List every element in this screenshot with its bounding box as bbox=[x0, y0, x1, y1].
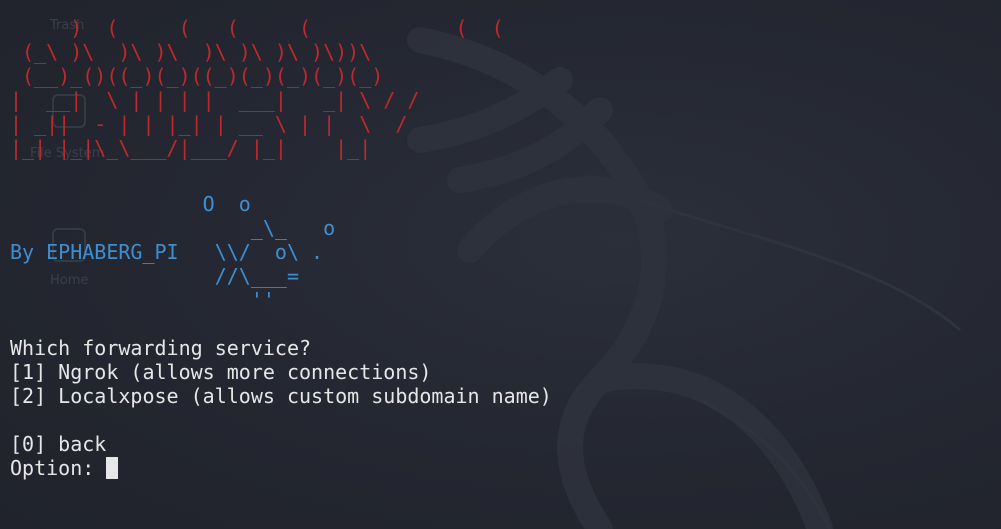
banner-line: (__)_()((_)(_)((_)(_)(_)(_)(_) bbox=[10, 64, 384, 88]
banner-line: | __| \ | | | | ___| _| \ / / bbox=[10, 88, 420, 112]
banner-line: | _|| - | | |_| | __ \ | | \ / bbox=[10, 112, 408, 136]
banner-line: |_| |_|\_\___/|___/ |_| |_| bbox=[10, 136, 372, 160]
service-menu: Which forwarding service? [1] Ngrok (all… bbox=[10, 336, 552, 480]
banner-line: ) ( ( ( ( ( ( bbox=[10, 16, 504, 40]
terminal-window[interactable]: Trash File System Home ) ( ( ( ( ( ( (_\… bbox=[0, 0, 1001, 529]
art-line: '' bbox=[10, 288, 275, 312]
menu-option-back: [0] back bbox=[10, 432, 107, 456]
menu-option-ngrok: [1] Ngrok (allows more connections) bbox=[10, 360, 432, 384]
author-byline: By EPHABERG_PI \\/ o\ . bbox=[10, 240, 324, 264]
option-prompt-label: Option: bbox=[10, 456, 107, 480]
art-line: _\_ o bbox=[10, 216, 336, 240]
terminal-cursor[interactable] bbox=[106, 457, 119, 479]
banner-line: (_\ )\ )\ )\ )\ )\ )\ )\))\ bbox=[10, 40, 372, 64]
ascii-banner: ) ( ( ( ( ( ( (_\ )\ )\ )\ )\ )\ )\ )\))… bbox=[10, 16, 504, 160]
author-ascii-art: O o _\_ o By EPHABERG_PI \\/ o\ . //\___… bbox=[10, 192, 335, 312]
menu-question: Which forwarding service? bbox=[10, 336, 312, 360]
art-line: //\___= bbox=[10, 264, 299, 288]
menu-option-localxpose: [2] Localxpose (allows custom subdomain … bbox=[10, 384, 552, 408]
art-line: O o bbox=[10, 192, 251, 216]
